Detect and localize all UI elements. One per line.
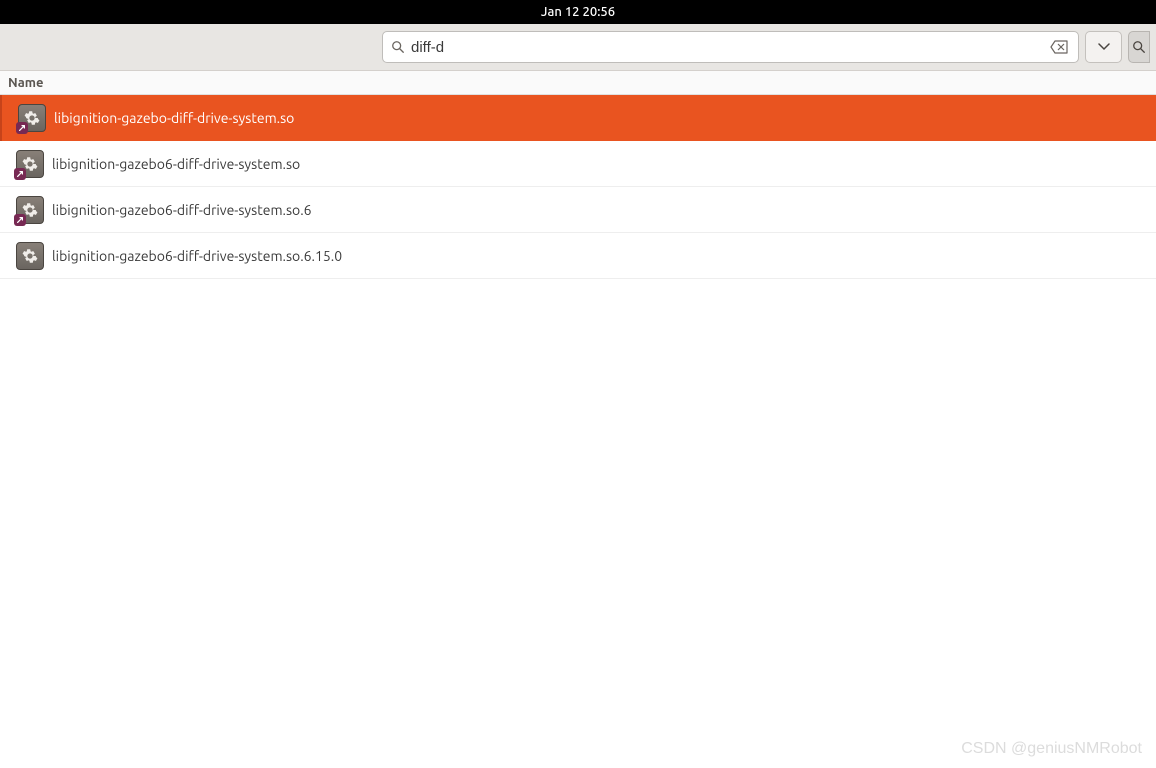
file-name-label: libignition-gazebo6-diff-drive-system.so… (52, 248, 342, 264)
file-name-label: libignition-gazebo6-diff-drive-system.so… (52, 202, 312, 218)
backspace-icon (1050, 40, 1068, 54)
shared-object-icon (18, 104, 46, 132)
column-header-row[interactable]: Name (0, 71, 1156, 95)
shared-object-icon (16, 150, 44, 178)
datetime-label[interactable]: Jan 12 20:56 (541, 5, 615, 19)
search-icon (391, 40, 405, 54)
chevron-down-icon (1098, 43, 1110, 51)
search-toggle-button[interactable] (1128, 31, 1150, 63)
search-field-wrap[interactable] (382, 31, 1079, 63)
file-name-label: libignition-gazebo6-diff-drive-system.so (52, 156, 300, 172)
file-list: libignition-gazebo-diff-drive-system.so l… (0, 95, 1156, 279)
search-icon (1132, 40, 1146, 54)
file-row[interactable]: libignition-gazebo6-diff-drive-system.so… (0, 233, 1156, 279)
file-row[interactable]: libignition-gazebo6-diff-drive-system.so… (0, 187, 1156, 233)
symlink-badge-icon (16, 122, 28, 134)
watermark: CSDN @geniusNMRobot (961, 740, 1142, 758)
search-toolbar (0, 24, 1156, 71)
symlink-badge-icon (14, 168, 26, 180)
system-topbar: Jan 12 20:56 (0, 0, 1156, 24)
file-name-label: libignition-gazebo-diff-drive-system.so (54, 110, 294, 126)
symlink-badge-icon (14, 214, 26, 226)
clear-search-button[interactable] (1048, 38, 1070, 56)
file-row[interactable]: libignition-gazebo-diff-drive-system.so (0, 95, 1156, 141)
search-input[interactable] (405, 39, 1048, 56)
shared-object-icon (16, 242, 44, 270)
shared-object-icon (16, 196, 44, 224)
search-dropdown-button[interactable] (1085, 31, 1122, 63)
file-row[interactable]: libignition-gazebo6-diff-drive-system.so (0, 141, 1156, 187)
column-header-name: Name (8, 76, 43, 90)
